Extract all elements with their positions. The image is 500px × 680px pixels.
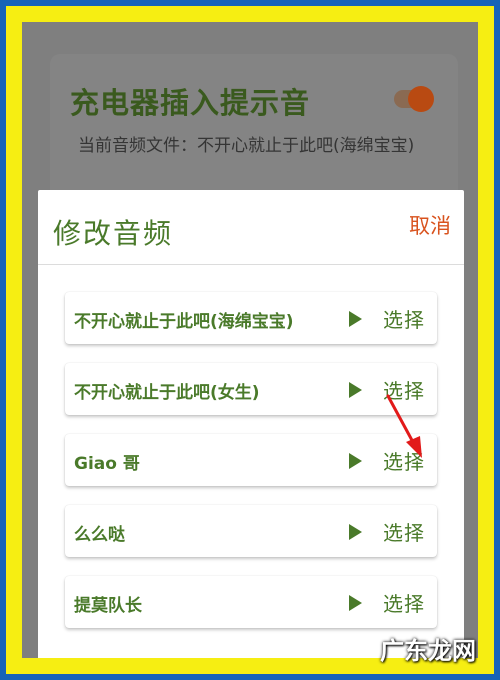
audio-item-name: 提莫队长 (74, 596, 142, 616)
play-icon[interactable] (349, 311, 362, 327)
audio-item: 不开心就止于此吧(女生) 选择 (65, 363, 437, 415)
dialog-title: 修改音频 (53, 217, 174, 250)
toggle-switch-knob[interactable] (408, 86, 434, 112)
play-icon[interactable] (349, 382, 362, 398)
choose-button[interactable]: 选择 (383, 517, 425, 546)
outer-frame: 充电器插入提示音 当前音频文件：不开心就止于此吧(海绵宝宝) 修改音频 取消 不… (0, 0, 500, 680)
audio-item: 么么哒 选择 (65, 505, 437, 557)
play-icon[interactable] (349, 595, 362, 611)
audio-item-name: 不开心就止于此吧(海绵宝宝) (74, 312, 294, 332)
audio-item-name: 么么哒 (74, 525, 125, 545)
audio-item: 提莫队长 选择 (65, 576, 437, 628)
choose-button[interactable]: 选择 (383, 304, 425, 333)
watermark-logo: 广东龙网 (380, 637, 476, 665)
dialog-divider (38, 264, 464, 265)
red-arrow-icon (386, 394, 422, 458)
current-audio-file-text: 当前音频文件：不开心就止于此吧(海绵宝宝) (78, 136, 415, 156)
audio-list: 不开心就止于此吧(海绵宝宝) 选择 不开心就止于此吧(女生) 选择 Giao 哥… (65, 292, 437, 647)
play-icon[interactable] (349, 524, 362, 540)
audio-item: 不开心就止于此吧(海绵宝宝) 选择 (65, 292, 437, 344)
audio-item: Giao 哥 选择 (65, 434, 437, 486)
choose-button[interactable]: 选择 (383, 588, 425, 617)
audio-item-name: Giao 哥 (74, 454, 140, 474)
settings-card-title: 充电器插入提示音 (70, 86, 311, 120)
play-icon[interactable] (349, 453, 362, 469)
phone-screen: 充电器插入提示音 当前音频文件：不开心就止于此吧(海绵宝宝) 修改音频 取消 不… (22, 22, 478, 658)
current-audio-file-label: 当前音频文件：不开心就止于此吧(海绵宝宝) (78, 134, 448, 176)
cancel-button[interactable]: 取消 (409, 210, 451, 240)
audio-item-name: 不开心就止于此吧(女生) (74, 383, 260, 403)
